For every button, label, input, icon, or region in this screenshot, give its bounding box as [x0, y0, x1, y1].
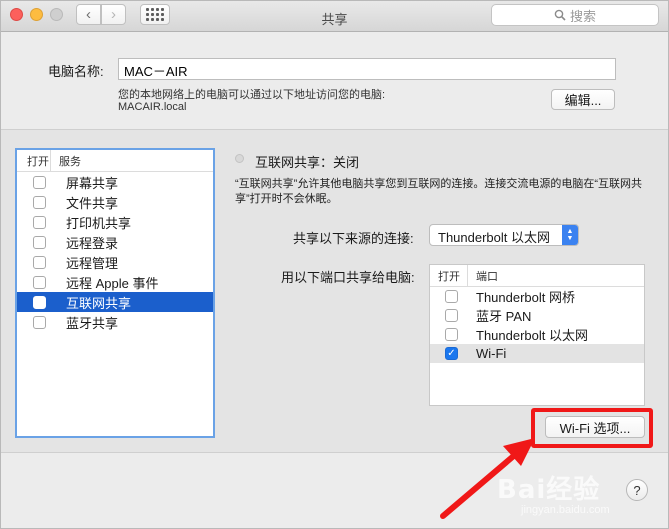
status-indicator	[235, 154, 244, 163]
service-row[interactable]: 打印机共享	[17, 212, 213, 232]
port-checkbox[interactable]	[445, 309, 458, 322]
help-button[interactable]: ?	[626, 479, 648, 501]
service-label: 屏幕共享	[66, 175, 119, 191]
checkmark-icon: ✓	[447, 347, 456, 359]
service-label: 蓝牙共享	[66, 315, 119, 331]
service-checkbox[interactable]	[33, 295, 46, 309]
service-checkbox[interactable]	[33, 275, 46, 289]
port-checkbox[interactable]: ✓	[445, 347, 458, 360]
service-row[interactable]: 远程 Apple 事件	[17, 272, 213, 292]
share-to-label: 用以下端口共享给电脑:	[281, 270, 415, 285]
port-label: Thunderbolt 以太网	[476, 328, 588, 343]
service-row[interactable]: 互联网共享	[17, 292, 213, 312]
column-header-open[interactable]: 打开	[17, 150, 51, 171]
sharing-window: ‹ › 共享 搜索 电脑名称: MAC－AIR 您的本地网络上的电脑可以通过以下…	[0, 0, 669, 529]
service-list[interactable]: 打开 服务 屏幕共享文件共享打印机共享远程登录远程管理远程 Apple 事件 互联…	[15, 148, 215, 438]
column-header-service[interactable]: 服务	[51, 153, 81, 169]
computer-name-label: 电脑名称:	[48, 64, 104, 79]
port-list[interactable]: 打开 端口 Thunderbolt 网桥 蓝牙 PAN Thunderbolt 以太…	[429, 264, 645, 406]
service-checkbox[interactable]	[33, 255, 46, 269]
port-row[interactable]: ✓ Wi-Fi	[430, 344, 644, 363]
port-label: 蓝牙 PAN	[476, 309, 532, 324]
title-bar: ‹ › 共享 搜索	[1, 1, 668, 32]
edit-button[interactable]: 编辑...	[551, 89, 615, 110]
port-label: Thunderbolt 网桥	[476, 290, 575, 305]
network-address: MACAIR.local	[118, 101, 187, 113]
service-checkbox[interactable]	[33, 235, 46, 249]
service-label: 文件共享	[66, 195, 119, 211]
service-row[interactable]: 远程管理	[17, 252, 213, 272]
computer-name-field[interactable]: MAC－AIR	[118, 58, 616, 80]
service-label: 远程管理	[66, 255, 119, 271]
port-row[interactable]: Thunderbolt 以太网	[430, 325, 644, 344]
search-icon	[554, 9, 566, 21]
internet-sharing-status: 互联网共享：关闭	[255, 155, 360, 170]
annotation-highlight-box	[531, 408, 653, 448]
port-list-header: 打开 端口	[430, 265, 644, 287]
service-label: 打印机共享	[66, 215, 132, 231]
service-row[interactable]: 屏幕共享	[17, 172, 213, 192]
service-row[interactable]: 文件共享	[17, 192, 213, 212]
port-row[interactable]: 蓝牙 PAN	[430, 306, 644, 325]
port-label: Wi-Fi	[476, 346, 507, 361]
service-row[interactable]: 远程登录	[17, 232, 213, 252]
network-address-hint: 您的本地网络上的电脑可以通过以下地址访问您的电脑:	[118, 89, 386, 101]
service-checkbox[interactable]	[33, 195, 46, 209]
service-row[interactable]: 蓝牙共享	[17, 312, 213, 332]
updown-chevron-icon: ▲ ▼	[562, 225, 578, 245]
service-checkbox[interactable]	[33, 175, 46, 189]
share-from-value: Thunderbolt 以太网	[438, 230, 550, 245]
internet-sharing-description: “互联网共享”允许其他电脑共享您到互联网的连接。连接交流电源的电脑在“互联网共享…	[235, 178, 642, 205]
watermark-brand: Bai经验	[497, 475, 601, 505]
service-label: 远程 Apple 事件	[66, 275, 159, 291]
port-checkbox[interactable]	[445, 328, 458, 341]
service-checkbox[interactable]	[33, 215, 46, 229]
service-list-header: 打开 服务	[17, 150, 213, 172]
column-header-port[interactable]: 端口	[468, 268, 498, 284]
watermark-url: jingyan.baidu.com	[521, 504, 610, 516]
service-checkbox[interactable]	[33, 315, 46, 329]
share-from-select[interactable]: Thunderbolt 以太网 ▲ ▼	[429, 224, 579, 246]
share-from-label: 共享以下来源的连接:	[293, 231, 414, 246]
port-checkbox[interactable]	[445, 290, 458, 303]
column-header-open[interactable]: 打开	[430, 265, 468, 286]
service-label: 远程登录	[66, 235, 119, 251]
search-field[interactable]: 搜索	[491, 4, 659, 26]
search-placeholder: 搜索	[569, 8, 596, 24]
service-label: 互联网共享	[66, 295, 132, 311]
port-row[interactable]: Thunderbolt 网桥	[430, 287, 644, 306]
